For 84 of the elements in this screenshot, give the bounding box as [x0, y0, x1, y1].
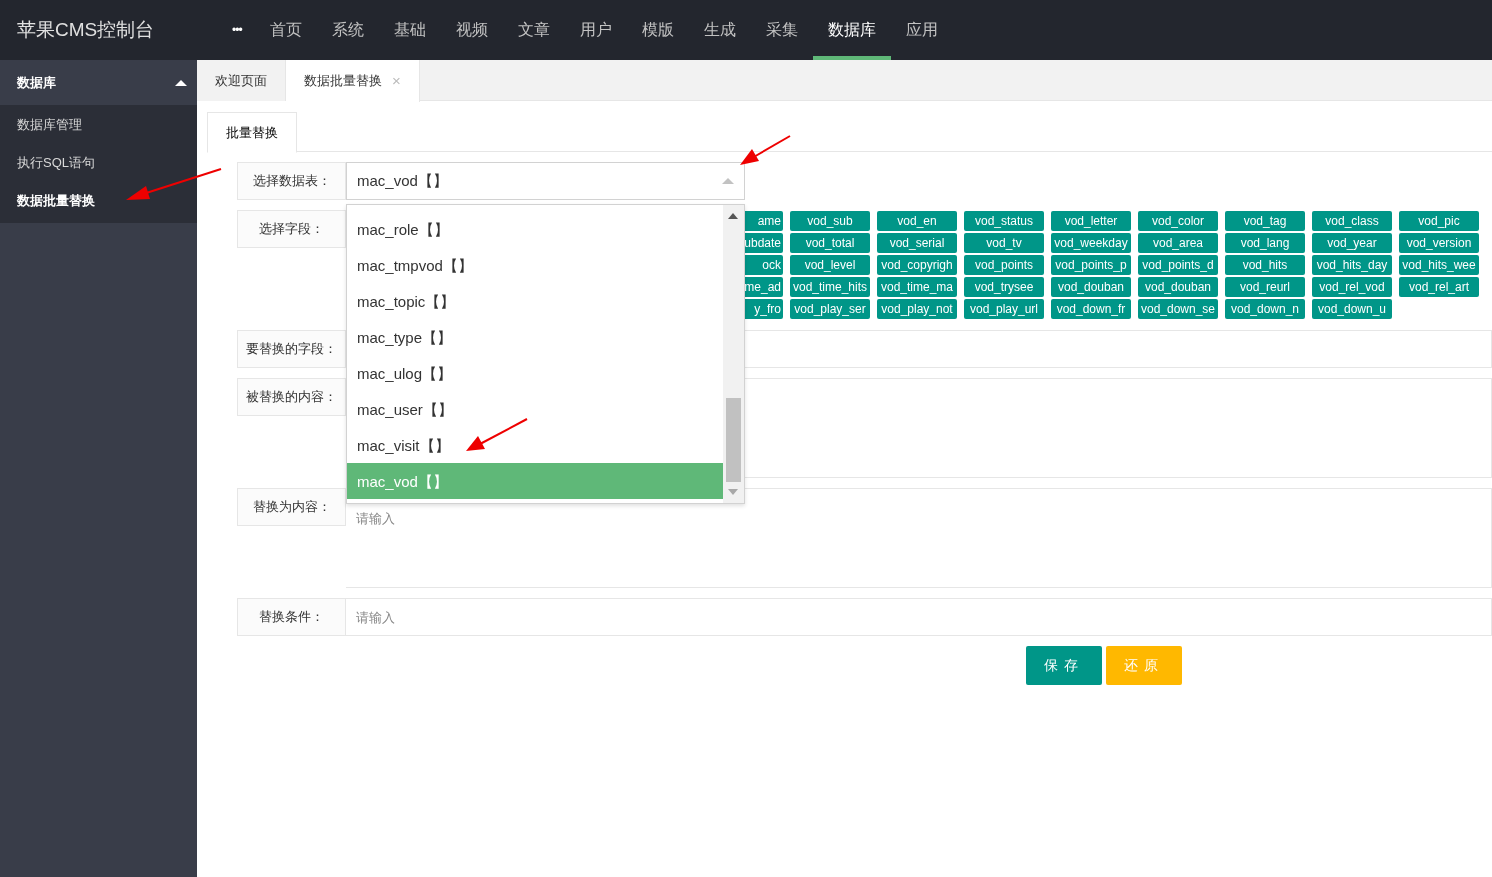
field-tag[interactable]: vod_sub — [790, 211, 870, 231]
field-tag[interactable]: vod_points_p — [1051, 255, 1131, 275]
field-tag[interactable]: vod_tv — [964, 233, 1044, 253]
nav-tab[interactable]: 视频 — [440, 0, 503, 60]
close-icon[interactable]: × — [392, 69, 401, 93]
field-label: 选择数据表： — [237, 162, 346, 200]
scroll-up-icon[interactable] — [728, 213, 738, 219]
nav-tab[interactable]: 基础 — [378, 0, 441, 60]
field-tag[interactable]: vod_copyrigh — [877, 255, 957, 275]
field-tag[interactable]: vod_version — [1399, 233, 1479, 253]
field-tag[interactable]: vod_points_d — [1138, 255, 1218, 275]
table-select[interactable]: mac_vod【】 — [346, 162, 745, 200]
scrollbar[interactable] — [723, 205, 744, 503]
field-tag[interactable]: vod_serial — [877, 233, 957, 253]
sidebar-item[interactable]: 数据库管理 — [0, 105, 197, 143]
field-label: 要替换的字段： — [237, 330, 346, 368]
field-tag[interactable]: vod_play_ser — [790, 299, 870, 319]
nav-tab[interactable]: 系统 — [316, 0, 379, 60]
field-tag[interactable]: vod_hits — [1225, 255, 1305, 275]
field-tag[interactable]: vod_play_url — [964, 299, 1044, 319]
field-tag[interactable]: vod_tag — [1225, 211, 1305, 231]
field-tag[interactable]: vod_hits_wee — [1399, 255, 1479, 275]
page-tab[interactable]: 数据批量替换 × — [286, 60, 420, 102]
scroll-down-icon[interactable] — [728, 489, 738, 495]
nav-tab[interactable]: 首页 — [254, 0, 317, 60]
field-label: 替换条件： — [237, 598, 346, 636]
nav-tab[interactable]: 采集 — [750, 0, 813, 60]
field-tag[interactable]: vod_status — [964, 211, 1044, 231]
field-tag[interactable]: vod_area — [1138, 233, 1218, 253]
dropdown-option[interactable]: mac_vod【】 — [347, 463, 723, 499]
more-button[interactable]: ••• — [197, 0, 255, 60]
field-tag[interactable]: vod_color — [1138, 211, 1218, 231]
field-tag[interactable]: vod_en — [877, 211, 957, 231]
field-label: 替换为内容： — [237, 488, 346, 526]
field-tag[interactable]: ock — [742, 255, 783, 275]
page-tab[interactable]: 欢迎页面 — [197, 60, 286, 101]
annotation-arrow — [466, 418, 528, 451]
field-tag[interactable]: me_ad — [742, 277, 783, 297]
field-tag[interactable]: vod_hits_day — [1312, 255, 1392, 275]
nav-tab[interactable]: 文章 — [502, 0, 565, 60]
field-label: 被替换的内容： — [237, 378, 346, 416]
field-tag[interactable]: vod_weekday — [1051, 233, 1131, 253]
field-tag[interactable]: ame — [742, 211, 783, 231]
nav-tab[interactable]: 生成 — [688, 0, 751, 60]
field-tag[interactable]: vod_douban — [1138, 277, 1218, 297]
text-area[interactable]: 请输入 — [346, 488, 1492, 588]
field-tag[interactable]: vod_reurl — [1225, 277, 1305, 297]
field-tag[interactable]: vod_year — [1312, 233, 1392, 253]
field-tag[interactable]: vod_play_not — [877, 299, 957, 319]
field-tag[interactable]: vod_rel_vod — [1312, 277, 1392, 297]
select-value: mac_vod【】 — [357, 170, 448, 191]
input-field[interactable]: 请输入 — [346, 598, 1492, 636]
nav-tab[interactable]: 用户 — [564, 0, 627, 60]
field-tag[interactable]: vod_time_hits — [790, 277, 870, 297]
field-tag[interactable]: vod_douban — [1051, 277, 1131, 297]
field-tag[interactable]: vod_down_n — [1225, 299, 1305, 319]
nav-tab[interactable]: 模版 — [626, 0, 689, 60]
field-tag[interactable]: vod_letter — [1051, 211, 1131, 231]
scrollbar-thumb[interactable] — [726, 398, 741, 482]
group-label: 数据库 — [17, 73, 56, 92]
field-tag[interactable]: vod_down_fr — [1051, 299, 1131, 319]
field-tag[interactable]: vod_total — [790, 233, 870, 253]
field-tag[interactable]: vod_trysee — [964, 277, 1044, 297]
sidebar-item[interactable]: 执行SQL语句 — [0, 143, 197, 181]
field-tag[interactable]: vod_down_se — [1138, 299, 1218, 319]
caret-icon — [722, 178, 734, 184]
field-tag[interactable]: vod_down_u — [1312, 299, 1392, 319]
annotation-arrow — [740, 135, 791, 165]
field-tag[interactable]: vod_pic — [1399, 211, 1479, 231]
nav-tab[interactable]: 应用 — [890, 0, 953, 60]
field-tag[interactable]: vod_rel_art — [1399, 277, 1479, 297]
field-tag[interactable]: vod_time_ma — [877, 277, 957, 297]
field-tag[interactable]: vod_class — [1312, 211, 1392, 231]
field-tag[interactable]: ubdate — [742, 233, 783, 253]
field-tag[interactable]: vod_level — [790, 255, 870, 275]
field-label: 选择字段： — [237, 210, 346, 248]
form-tab[interactable]: 批量替换 — [207, 112, 297, 153]
caret-icon — [175, 79, 187, 86]
field-tag[interactable]: vod_lang — [1225, 233, 1305, 253]
sidebar-item[interactable]: 数据批量替换 — [0, 181, 197, 219]
field-tag[interactable]: y_fro — [742, 299, 783, 319]
field-tag[interactable]: vod_points — [964, 255, 1044, 275]
app-title: 苹果CMS控制台 — [16, 17, 156, 42]
save-button[interactable]: 保存 — [1026, 646, 1102, 685]
